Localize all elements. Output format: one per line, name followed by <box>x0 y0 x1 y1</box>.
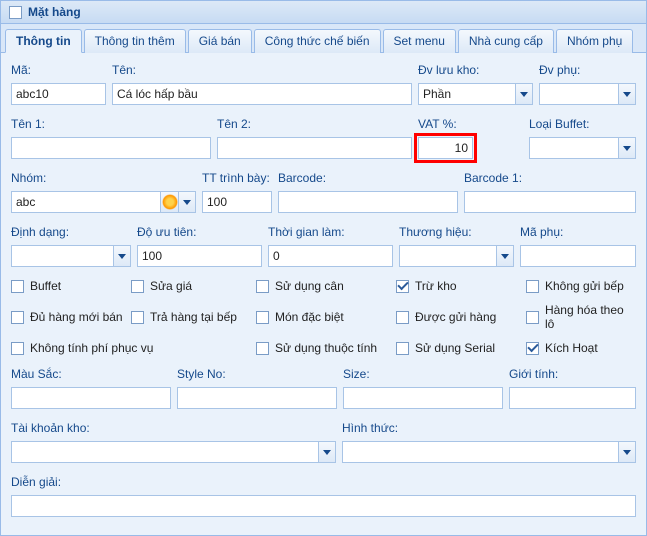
input-style-no[interactable] <box>177 387 337 409</box>
input-ten[interactable] <box>112 83 412 105</box>
tab-strip: Thông tin Thông tin thêm Giá bán Công th… <box>1 24 646 53</box>
input-dvphu[interactable] <box>539 83 618 105</box>
input-nhom[interactable] <box>11 191 160 213</box>
chk-mon-dac-biet[interactable] <box>256 311 269 324</box>
label-nhom: Nhóm: <box>11 169 196 189</box>
chk-sua-gia[interactable] <box>131 280 144 293</box>
tab-nha-cung-cap[interactable]: Nhà cung cấp <box>458 29 554 53</box>
label-style-no: Style No: <box>177 365 337 385</box>
tab-thong-tin[interactable]: Thông tin <box>5 29 82 53</box>
label-dinh-dang: Định dạng: <box>11 223 131 243</box>
label-mau-sac: Màu Sắc: <box>11 365 171 385</box>
input-tgl[interactable] <box>268 245 393 267</box>
panel-mat-hang: Mặt hàng Thông tin Thông tin thêm Giá bá… <box>0 0 647 536</box>
hinh-thuc-dropdown-trigger[interactable] <box>618 441 636 463</box>
chk-kich-hoat[interactable] <box>526 342 539 355</box>
nhom-picker-trigger[interactable] <box>160 191 178 213</box>
chk-su-dung-can[interactable] <box>256 280 269 293</box>
tab-gia-ban[interactable]: Giá bán <box>188 29 252 53</box>
chk-khong-gui-bep[interactable] <box>526 280 539 293</box>
chk-khong-tinh-phi[interactable] <box>11 342 24 355</box>
checkbox-grid: Buffet Sửa giá Sử dụng cân Trừ kho Không… <box>11 271 636 365</box>
label-ma-phu: Mã phụ: <box>520 223 636 243</box>
input-ma-phu[interactable] <box>520 245 636 267</box>
label-dvphu: Đv phụ: <box>539 61 636 81</box>
loai-buffet-dropdown-trigger[interactable] <box>618 137 636 159</box>
input-tttb[interactable] <box>202 191 272 213</box>
label-barcode1: Barcode 1: <box>464 169 636 189</box>
label-hinh-thuc: Hình thức: <box>342 419 636 439</box>
chk-tra-hang-tai-bep[interactable] <box>131 311 144 324</box>
input-tai-khoan-kho[interactable] <box>11 441 318 463</box>
input-hinh-thuc[interactable] <box>342 441 618 463</box>
label-ten1: Tên 1: <box>11 115 211 135</box>
label-vat: VAT %: <box>418 115 523 135</box>
nhom-dropdown-trigger[interactable] <box>178 191 196 213</box>
tab-thong-tin-them[interactable]: Thông tin thêm <box>84 29 186 53</box>
chk-tru-kho[interactable] <box>396 280 409 293</box>
dvphu-dropdown-trigger[interactable] <box>618 83 636 105</box>
label-do-uu-tien: Độ ưu tiên: <box>137 223 262 243</box>
input-dinh-dang[interactable] <box>11 245 113 267</box>
chk-su-dung-serial[interactable] <box>396 342 409 355</box>
panel-title: Mặt hàng <box>28 5 81 19</box>
label-dien-giai: Diễn giải: <box>11 473 636 493</box>
input-do-uu-tien[interactable] <box>137 245 262 267</box>
chk-du-hang-moi-ban[interactable] <box>11 311 24 324</box>
label-barcode: Barcode: <box>278 169 458 189</box>
tab-set-menu[interactable]: Set menu <box>383 29 456 53</box>
chk-duoc-gui-hang[interactable] <box>396 311 409 324</box>
label-ten: Tên: <box>112 61 412 81</box>
tai-khoan-kho-dropdown-trigger[interactable] <box>318 441 336 463</box>
header-checkbox[interactable] <box>9 6 22 19</box>
input-thuong-hieu[interactable] <box>399 245 496 267</box>
panel-header: Mặt hàng <box>1 1 646 24</box>
label-loai-buffet: Loại Buffet: <box>529 115 636 135</box>
input-ma[interactable] <box>11 83 106 105</box>
input-ten1[interactable] <box>11 137 211 159</box>
dinh-dang-dropdown-trigger[interactable] <box>113 245 131 267</box>
input-barcode1[interactable] <box>464 191 636 213</box>
label-tttb: TT trình bày: <box>202 169 272 189</box>
label-ma: Mã: <box>11 61 106 81</box>
input-barcode[interactable] <box>278 191 458 213</box>
chk-hang-hoa-theo-lo[interactable] <box>526 311 539 324</box>
label-dvluu: Đv lưu kho: <box>418 61 533 81</box>
input-vat[interactable] <box>418 137 473 159</box>
chk-su-dung-thuoc-tinh[interactable] <box>256 342 269 355</box>
label-tgl: Thời gian làm: <box>268 223 393 243</box>
thuong-hieu-dropdown-trigger[interactable] <box>496 245 514 267</box>
input-ten2[interactable] <box>217 137 412 159</box>
tab-cong-thuc[interactable]: Công thức chế biến <box>254 29 381 53</box>
input-loai-buffet[interactable] <box>529 137 618 159</box>
chk-buffet[interactable] <box>11 280 24 293</box>
sunburst-icon <box>162 194 178 210</box>
input-gioi-tinh[interactable] <box>509 387 636 409</box>
input-size[interactable] <box>343 387 503 409</box>
tab-nhom-phu[interactable]: Nhóm phụ <box>556 29 633 53</box>
label-ten2: Tên 2: <box>217 115 412 135</box>
input-dvluu[interactable] <box>418 83 515 105</box>
label-tai-khoan-kho: Tài khoản kho: <box>11 419 336 439</box>
label-gioi-tinh: Giới tính: <box>509 365 636 385</box>
input-mau-sac[interactable] <box>11 387 171 409</box>
label-thuong-hieu: Thương hiệu: <box>399 223 514 243</box>
input-dien-giai[interactable] <box>11 495 636 517</box>
dvluu-dropdown-trigger[interactable] <box>515 83 533 105</box>
tab-body: Mã: Tên: Đv lưu kho: Đv phụ: <box>1 53 646 535</box>
label-size: Size: <box>343 365 503 385</box>
